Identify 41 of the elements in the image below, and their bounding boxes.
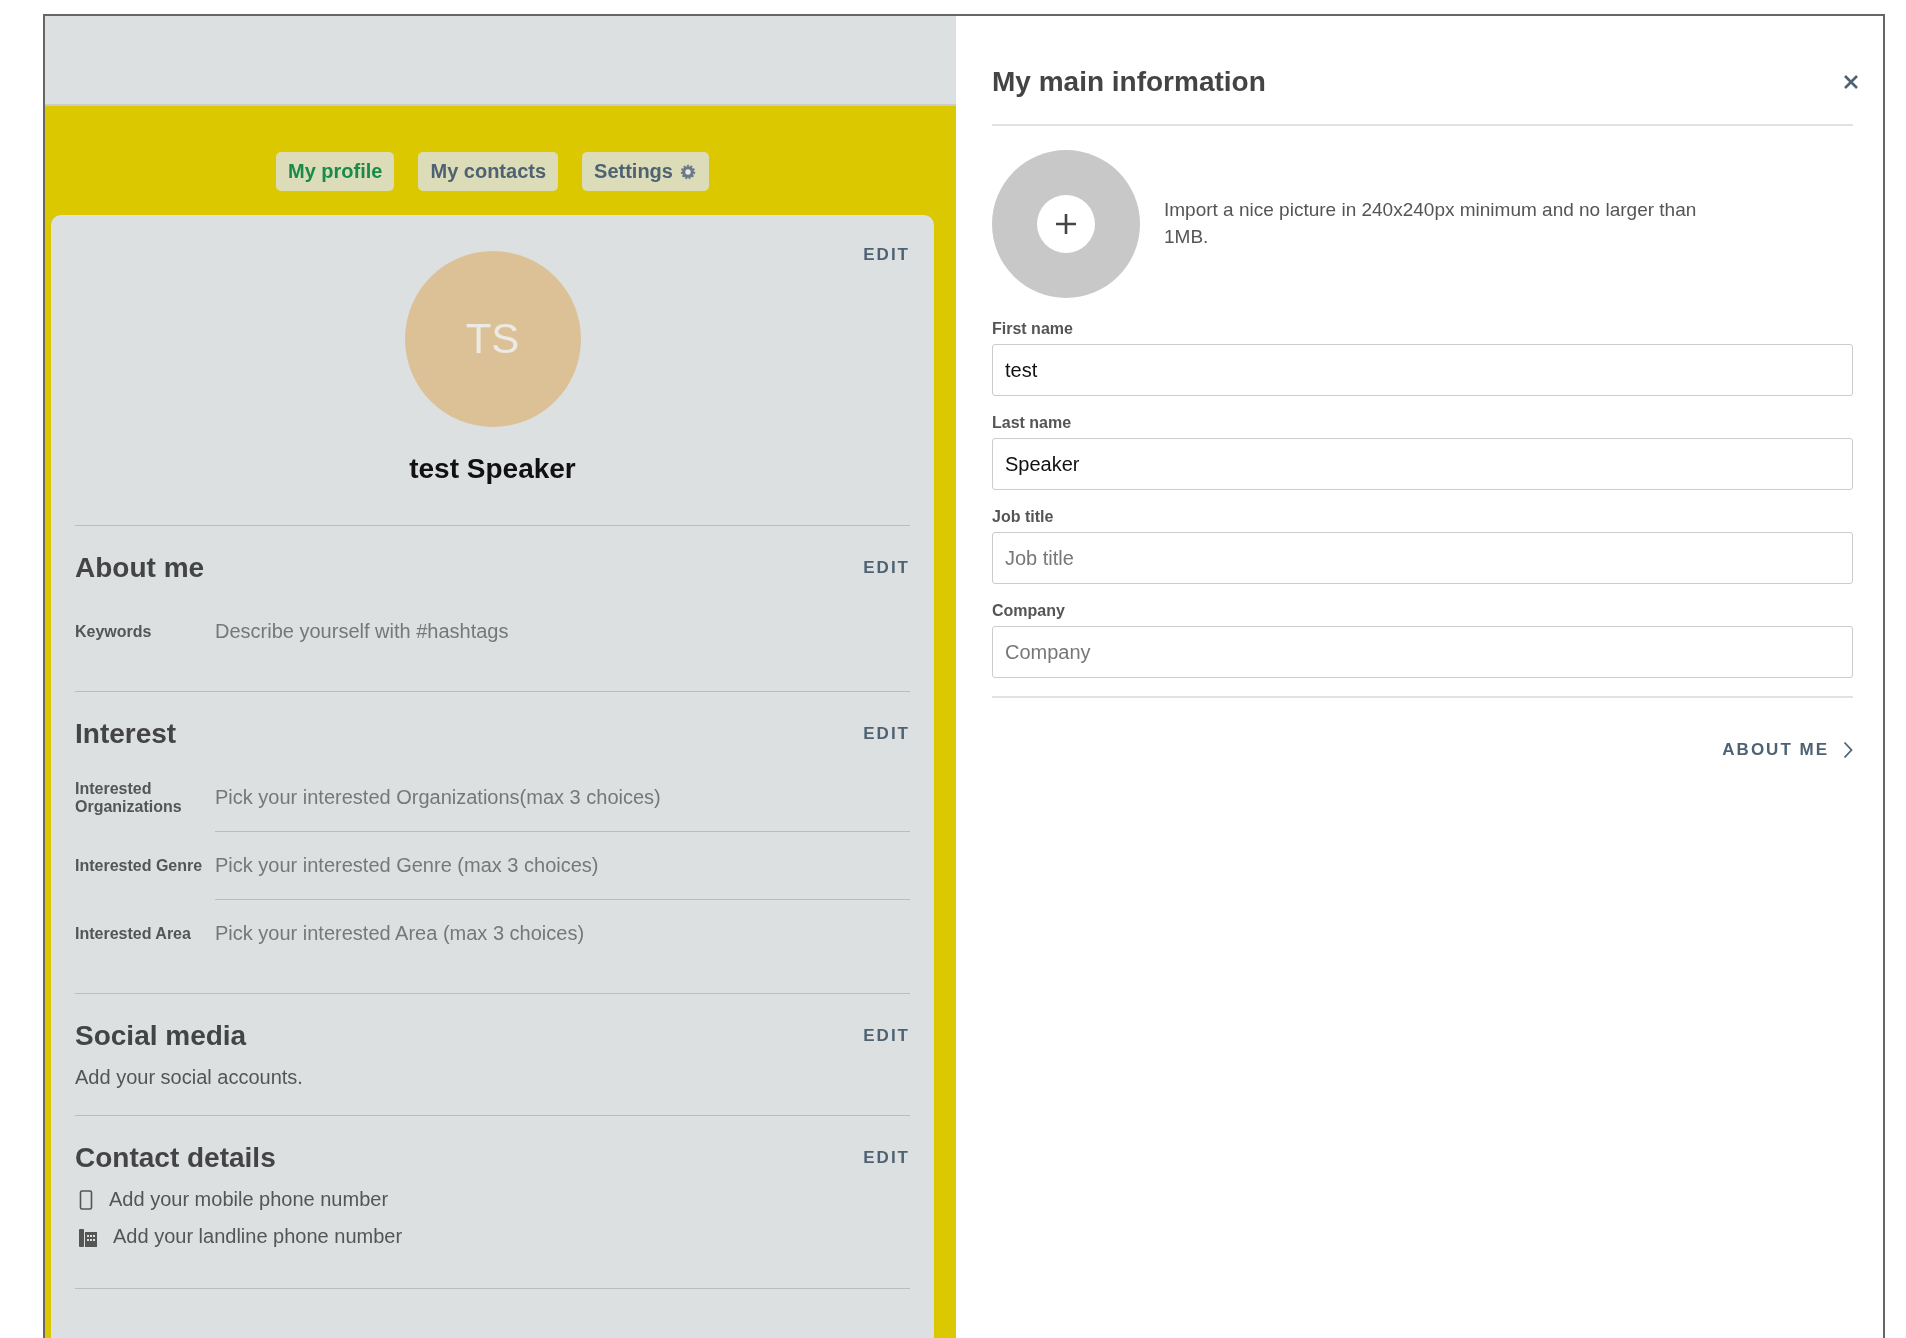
chevron-right-icon [1843, 741, 1853, 759]
input-field[interactable]: test [992, 344, 1853, 396]
field-label: Last name [992, 414, 1073, 432]
landline-phone-icon [79, 1226, 97, 1247]
field-label: Keywords [75, 621, 153, 642]
section-title: Contact details [75, 1142, 276, 1174]
edit-link[interactable]: EDIT [863, 1026, 910, 1046]
field-label: First name [992, 320, 1074, 338]
field-label: Interested Area [75, 923, 192, 944]
section-text: Add your social accounts. [75, 1066, 304, 1089]
field-value[interactable]: Pick your interested Genre (max 3 choices) [215, 832, 910, 900]
phone-icon [79, 1189, 93, 1210]
section-title: About me [75, 552, 205, 584]
input-field[interactable]: Job title [992, 532, 1853, 584]
contact-text[interactable]: Add your landline phone number [113, 1225, 403, 1248]
edit-link[interactable]: EDIT [863, 245, 910, 265]
panel-title: My main information [992, 66, 1266, 98]
edit-link[interactable]: EDIT [863, 1148, 910, 1168]
close-icon[interactable] [1843, 74, 1859, 90]
upload-hint: Import a nice picture in 240x240px minimum and no larger than 1MB. [1164, 198, 1698, 249]
tab[interactable]: My contacts [418, 152, 559, 191]
edit-link[interactable]: EDIT [863, 558, 910, 578]
field-label: Interested Organizations [75, 779, 183, 817]
avatar-initials: TS [465, 315, 520, 363]
profile-name: test Speaker [409, 453, 576, 485]
tab[interactable]: Settings [582, 152, 709, 191]
field-label: Company [992, 602, 1066, 620]
field-value[interactable]: Pick your interested Area (max 3 choices) [215, 900, 910, 967]
contact-text[interactable]: Add your mobile phone number [109, 1188, 389, 1211]
next-button[interactable]: ABOUT ME [1722, 740, 1853, 760]
edit-link[interactable]: EDIT [863, 724, 910, 744]
section-title: Social media [75, 1020, 247, 1052]
input-field[interactable]: Company [992, 626, 1853, 678]
tab[interactable]: My profile [276, 152, 395, 191]
section-title: Interest [75, 718, 177, 750]
gear-icon [678, 162, 697, 181]
field-label: Job title [992, 508, 1055, 526]
field-value[interactable]: Pick your interested Organizations(max 3 choices) [215, 764, 910, 832]
field-label: Interested Genre [75, 856, 204, 876]
input-field[interactable]: Speaker [992, 438, 1853, 490]
field-value[interactable]: Describe yourself with #hashtags [215, 598, 910, 665]
